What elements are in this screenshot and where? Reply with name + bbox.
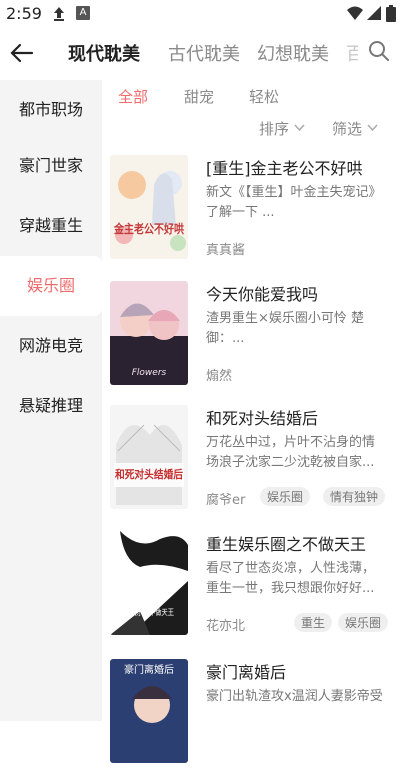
book-title: 豪门离婚后 — [206, 663, 287, 682]
status-bar: 2:59 A — [0, 0, 406, 28]
wifi-icon — [347, 6, 363, 20]
battery-icon — [386, 5, 396, 22]
book-description: 豪门出轨渣攻x温润人妻影帝受 — [206, 689, 383, 704]
book-card[interactable]: 豪门离婚后 豪门离婚后 豪门出轨渣攻x温润人妻影帝受 — [110, 659, 400, 771]
book-title: 和死对头结婚后 — [206, 409, 319, 428]
tab-more-partial[interactable]: 百 — [346, 40, 358, 66]
book-tag[interactable]: 娱乐圈 — [338, 613, 389, 632]
book-cover-image: 和死对头结婚后 — [110, 405, 188, 509]
chevron-down-icon — [367, 124, 378, 131]
chevron-down-icon — [294, 124, 305, 131]
a-badge-icon: A — [76, 6, 90, 20]
sort-dropdown[interactable]: 排序 — [259, 118, 305, 139]
search-icon[interactable] — [367, 39, 391, 63]
book-description: 新文《【重生】叶金主失宠记》了解一下 ... — [206, 185, 382, 220]
filter-all[interactable]: 全部 — [118, 86, 148, 107]
filter-dropdown[interactable]: 筛选 — [332, 118, 378, 139]
sidebar-item-wealthy-family[interactable]: 豪门世家 — [0, 136, 102, 196]
book-cover-image: 豪门离婚后 — [110, 659, 188, 763]
book-tag[interactable]: 重生 — [294, 613, 333, 632]
sidebar-item-urban-workplace[interactable]: 都市职场 — [0, 80, 102, 140]
tab-fantasy[interactable]: 幻想耽美 — [257, 40, 329, 66]
book-title: 今天你能爱我吗 — [206, 285, 319, 304]
book-tag[interactable]: 情有独钟 — [323, 487, 386, 506]
book-title: 重生娱乐圈之不做天王 — [206, 535, 367, 554]
book-cover-image: 金主老公不好哄 — [110, 155, 188, 259]
book-description: 渣男重生×娱乐圈小可怜 楚御：... — [206, 311, 365, 346]
filter-sweet[interactable]: 甜宠 — [184, 86, 214, 107]
book-card[interactable]: 金主老公不好哄 [重生]金主老公不好哄 新文《【重生】叶金主失宠记》了解一下 .… — [110, 155, 400, 267]
cover-title-text: 重生娱乐之不做天王 — [118, 607, 174, 617]
book-card[interactable]: Flowers 今天你能爱我吗 渣男重生×娱乐圈小可怜 楚御：... 煽然 — [110, 281, 400, 393]
book-author: 花亦北 — [206, 619, 246, 634]
signal-icon — [367, 6, 381, 20]
book-author: 煽然 — [206, 369, 233, 384]
category-sidebar: 都市职场 豪门世家 穿越重生 娱乐圈 网游电竞 悬疑推理 — [0, 80, 102, 721]
sidebar-item-time-travel-rebirth[interactable]: 穿越重生 — [0, 196, 102, 256]
book-card[interactable]: 和死对头结婚后 和死对头结婚后 万花丛中过，片叶不沾身的情场浪子沈家二少沈乾被自… — [110, 405, 400, 517]
sort-row: 排序 筛选 — [102, 118, 406, 146]
book-description: 看尽了世态炎凉，人性浅薄，重生一世，我只想跟你好好... — [206, 561, 376, 596]
back-arrow-icon[interactable] — [8, 40, 36, 66]
cover-title-text: 金主老公不好哄 — [113, 221, 184, 236]
sort-label: 排序 — [259, 120, 290, 138]
cover-title-text: 和死对头结婚后 — [115, 467, 183, 481]
upload-icon — [54, 7, 64, 21]
tab-modern[interactable]: 现代耽美 — [68, 40, 140, 66]
sidebar-item-entertainment[interactable]: 娱乐圈 — [0, 256, 102, 316]
tab-ancient[interactable]: 古代耽美 — [168, 40, 240, 66]
book-list-panel: 全部 甜宠 轻松 排序 筛选 金主老公不好哄 [重生]金主老公不好哄 新文《【重… — [102, 80, 406, 763]
filter-relaxed[interactable]: 轻松 — [249, 86, 279, 107]
book-title: [重生]金主老公不好哄 — [206, 159, 363, 178]
book-author: 腐爷er — [206, 493, 246, 508]
cover-title-text: Flowers — [132, 368, 167, 378]
book-description: 万花丛中过，片叶不沾身的情场浪子沈家二少沈乾被自家... — [206, 435, 376, 470]
top-bar: 现代耽美 古代耽美 幻想耽美 百 — [0, 28, 406, 78]
book-cover-image: 重生娱乐之不做天王 — [110, 531, 188, 635]
book-cover-image: Flowers — [110, 281, 188, 385]
status-time: 2:59 — [6, 4, 42, 23]
filter-label: 筛选 — [332, 120, 363, 138]
filter-chips: 全部 甜宠 轻松 — [102, 86, 406, 116]
sidebar-item-esports[interactable]: 网游电竞 — [0, 316, 102, 376]
book-tag[interactable]: 娱乐圈 — [260, 487, 311, 506]
cover-title-text: 豪门离婚后 — [124, 663, 174, 676]
sidebar-item-mystery[interactable]: 悬疑推理 — [0, 376, 102, 436]
book-card[interactable]: 重生娱乐之不做天王 重生娱乐圈之不做天王 看尽了世态炎凉，人性浅薄，重生一世，我… — [110, 531, 400, 643]
book-author: 真真酱 — [206, 243, 246, 258]
